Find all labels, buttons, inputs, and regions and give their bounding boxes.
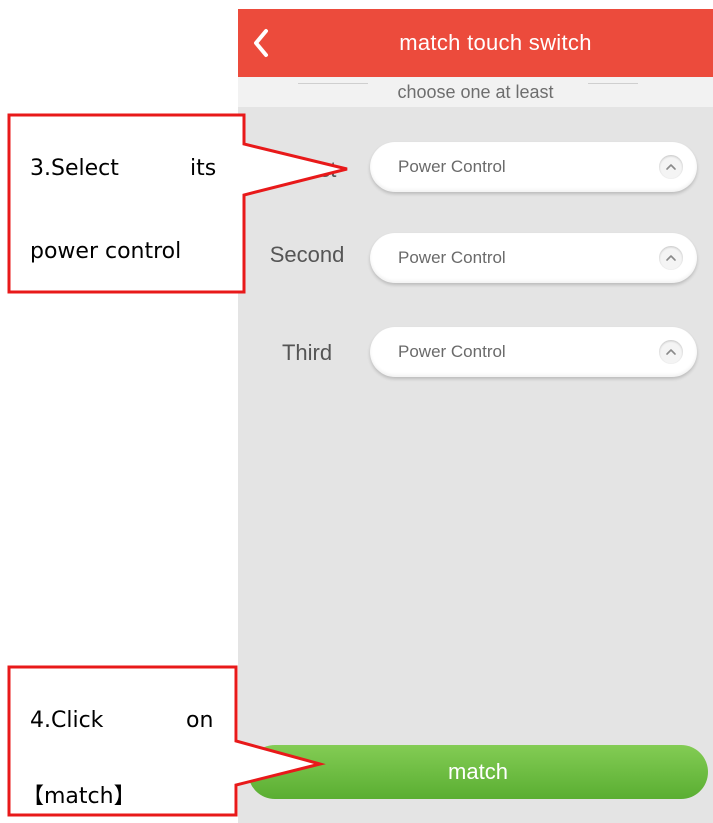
row-label-second: Second bbox=[269, 242, 345, 267]
select-second-value: Power Control bbox=[398, 248, 506, 267]
row-label-third: Third bbox=[281, 340, 333, 365]
select-second[interactable]: Power Control bbox=[370, 233, 697, 283]
callout-step3-text-right: its bbox=[190, 156, 217, 181]
select-first-value: Power Control bbox=[398, 157, 506, 176]
select-third-value: Power Control bbox=[398, 342, 506, 361]
match-button[interactable]: match bbox=[248, 745, 708, 799]
phone-screen: match touch switch choose one at least F… bbox=[238, 9, 713, 823]
back-button[interactable] bbox=[248, 23, 278, 63]
select-first[interactable]: Power Control bbox=[370, 142, 697, 192]
callout-step4-text-right: on bbox=[186, 708, 214, 733]
chevron-left-icon bbox=[254, 29, 268, 57]
callout-step3-text-line2: power control bbox=[30, 239, 182, 264]
row-label-first: First bbox=[293, 157, 337, 182]
callout-step3-text-left: 3.Select bbox=[30, 156, 119, 181]
select-third[interactable]: Power Control bbox=[370, 327, 697, 377]
page-title: match touch switch bbox=[399, 30, 592, 55]
callout-step4-text-line2: 【match】 bbox=[22, 784, 136, 809]
subheader: choose one at least bbox=[238, 77, 713, 107]
subheader-text: choose one at least bbox=[397, 82, 554, 102]
callout-step4-text-left: 4.Click bbox=[30, 708, 104, 733]
chevron-up-icon bbox=[659, 155, 683, 179]
chevron-up-icon bbox=[659, 246, 683, 270]
chevron-up-icon bbox=[659, 340, 683, 364]
app-header: match touch switch bbox=[238, 9, 713, 77]
